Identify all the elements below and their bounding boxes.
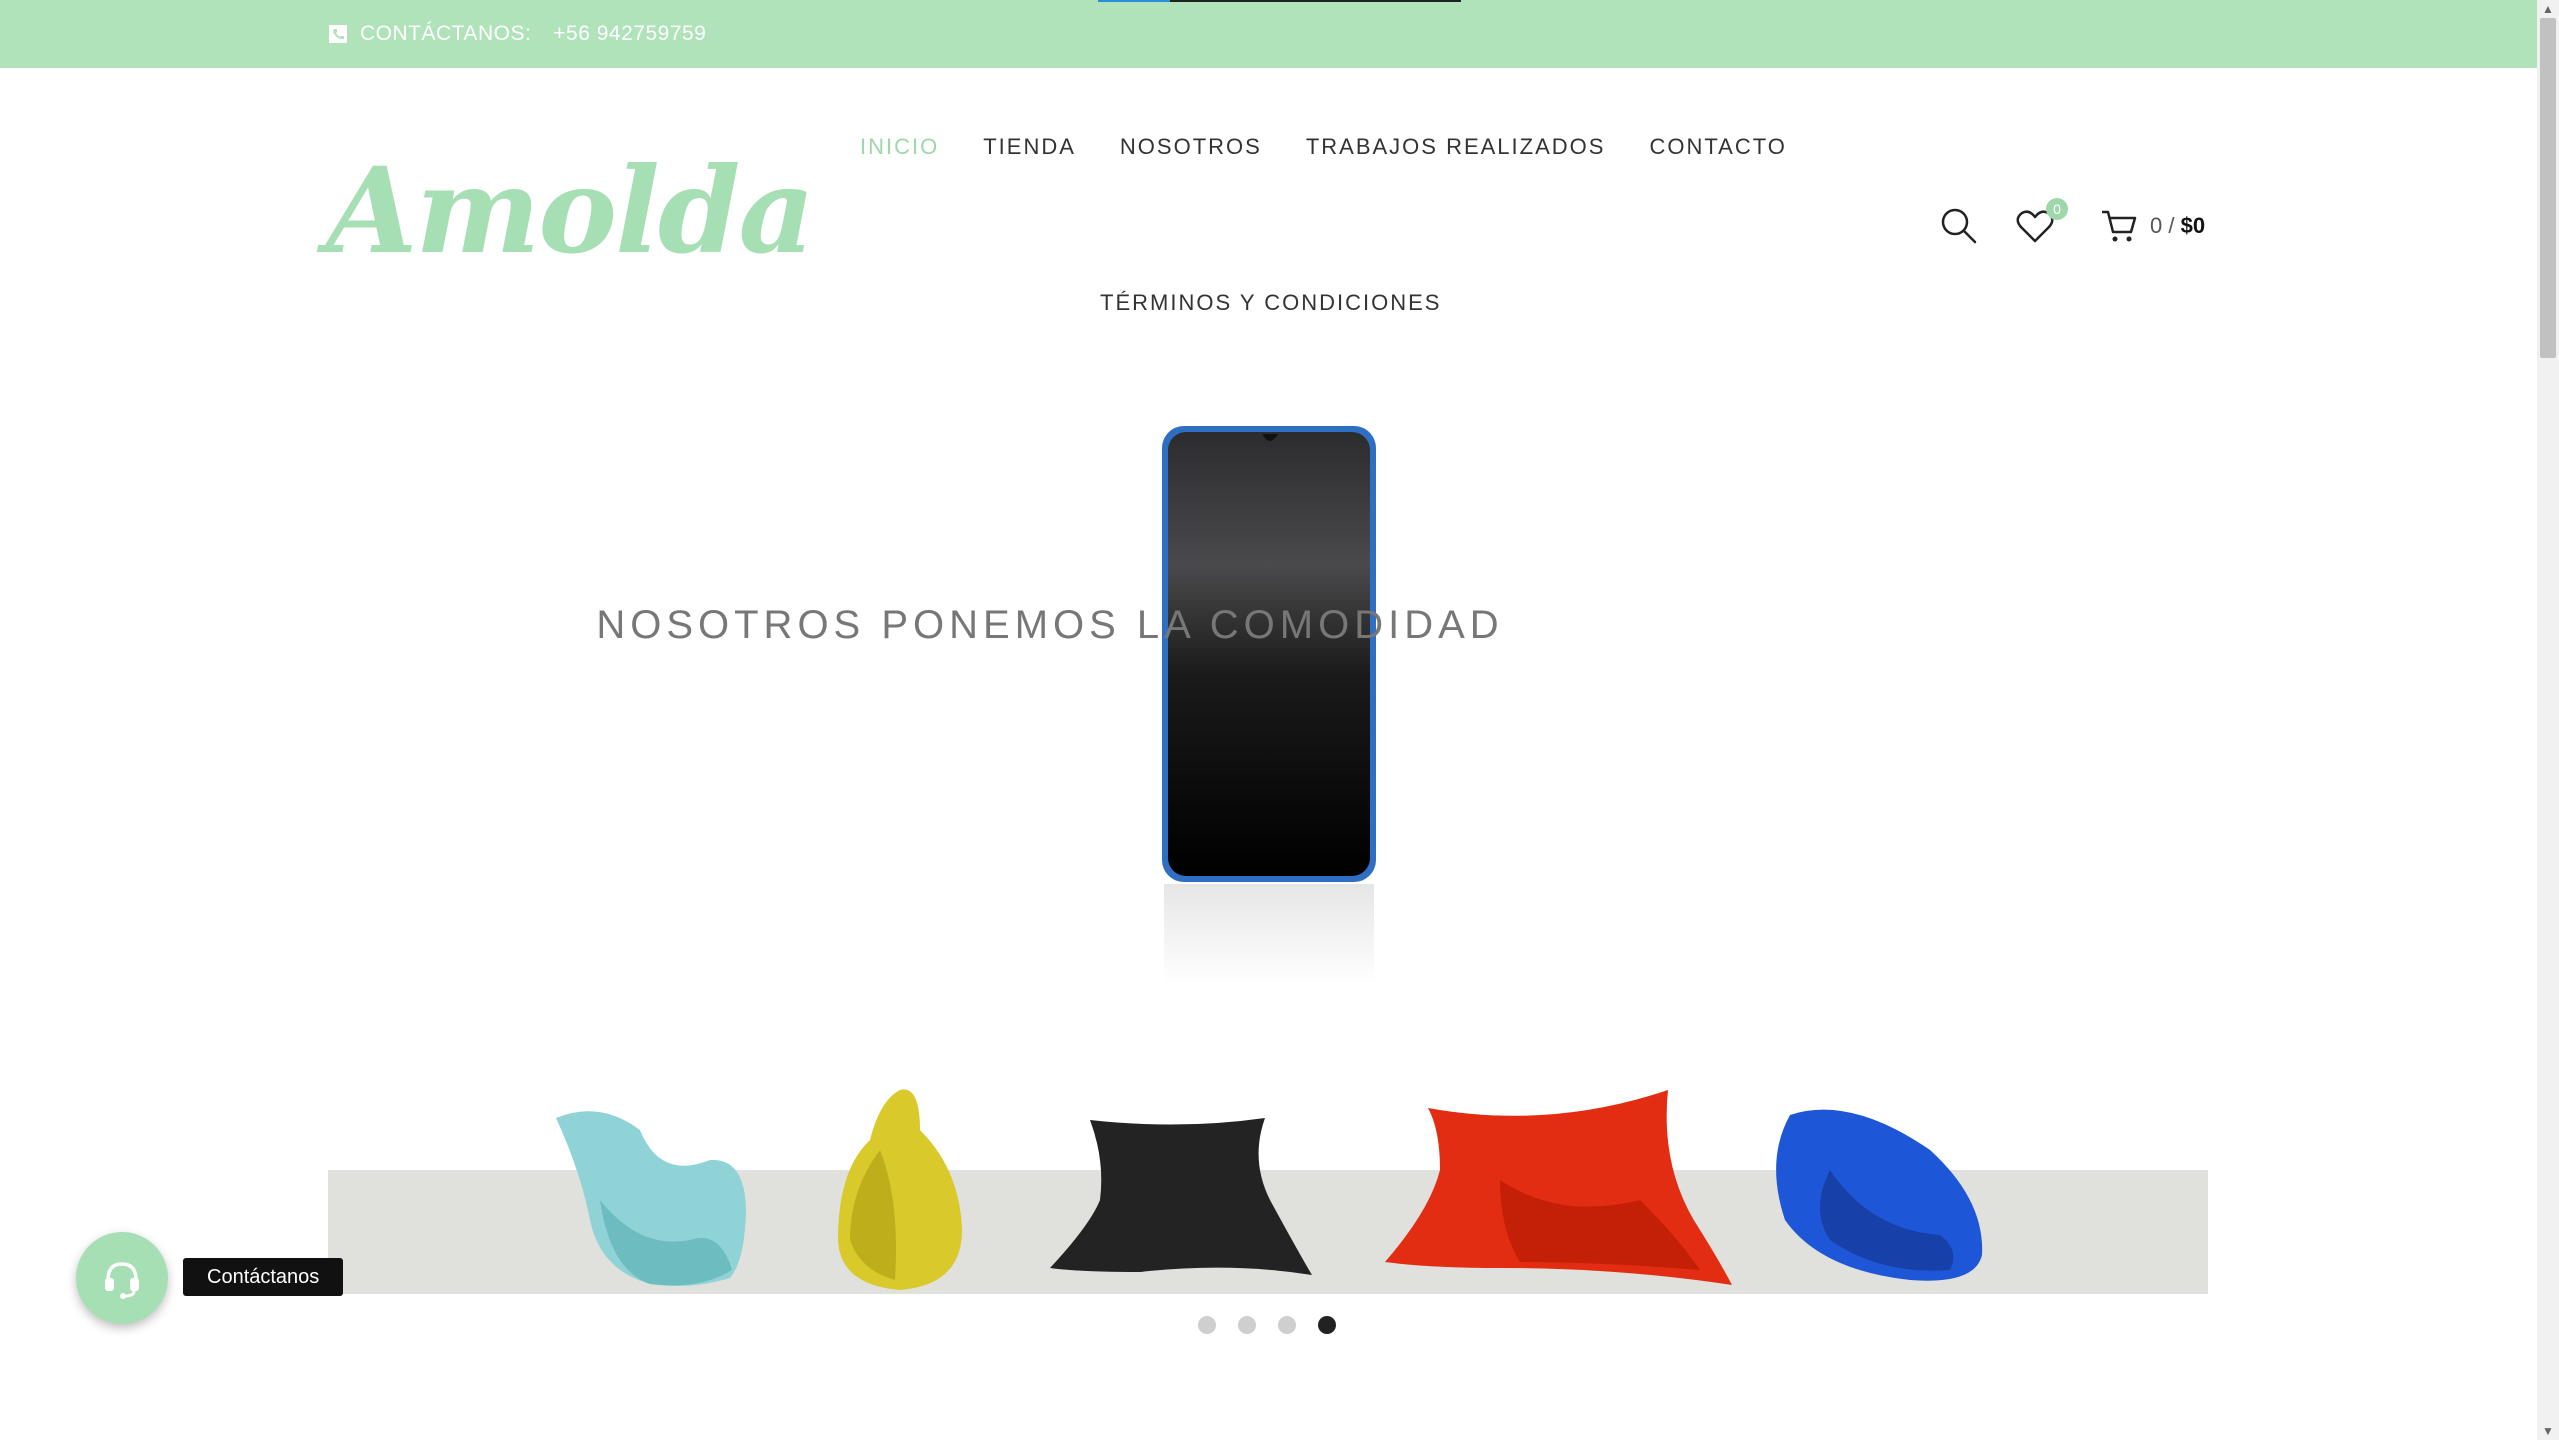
scroll-down-icon[interactable]: ▼ — [2537, 1422, 2559, 1440]
slider-dot-1[interactable] — [1198, 1316, 1216, 1334]
slide-caption: NOSOTROS PONEMOS LA COMODIDAD — [596, 603, 1504, 647]
hero-slide — [556, 426, 1983, 1290]
floating-contact-button[interactable] — [76, 1232, 168, 1324]
beanbag-yellow-image — [838, 1089, 962, 1290]
phone-image — [1162, 426, 1376, 984]
beanbag-black-image — [1050, 1118, 1312, 1275]
slider-dot-2[interactable] — [1238, 1316, 1256, 1334]
page-scrollbar[interactable]: ▲ ▼ — [2537, 0, 2559, 1440]
slider-dot-3[interactable] — [1278, 1316, 1296, 1334]
scroll-up-icon[interactable]: ▲ — [2537, 0, 2559, 18]
floating-contact-label[interactable]: Contáctanos — [183, 1258, 344, 1296]
scrollbar-thumb[interactable] — [2540, 18, 2556, 358]
beanbag-red-image — [1385, 1090, 1732, 1285]
beanbag-blue-image — [1776, 1109, 1983, 1281]
slider-dot-4[interactable] — [1318, 1316, 1336, 1334]
headset-icon — [105, 1262, 139, 1299]
beanbag-turquoise-image — [556, 1111, 746, 1286]
slider-pagination — [1198, 1316, 1336, 1334]
